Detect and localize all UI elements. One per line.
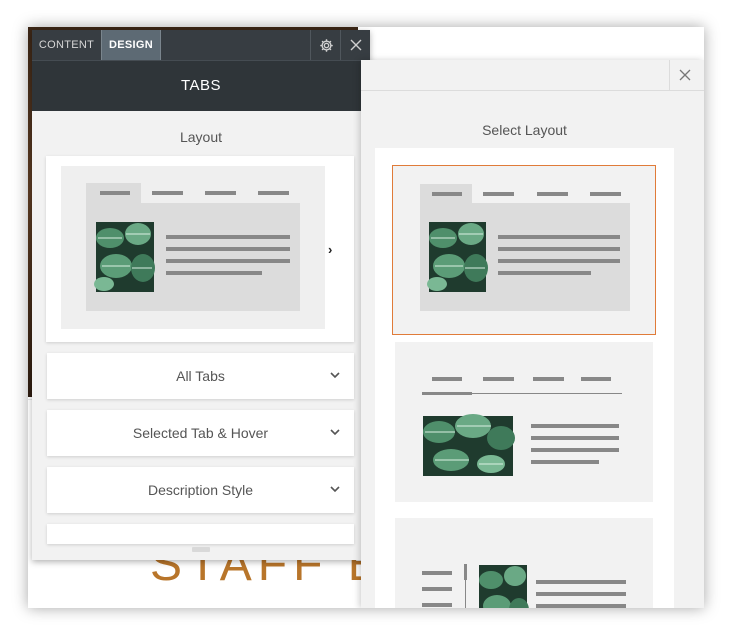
selected-tab-hover-accordion[interactable]: Selected Tab & Hover <box>47 410 354 456</box>
layout-option-top-tabs[interactable] <box>392 165 656 335</box>
tab-content[interactable]: CONTENT <box>32 30 101 60</box>
current-layout-preview[interactable] <box>46 156 354 342</box>
description-style-accordion[interactable]: Description Style <box>47 467 354 513</box>
layout-section-label: Layout <box>179 129 223 145</box>
panel-tab-bar: CONTENT DESIGN <box>32 30 370 60</box>
resize-handle[interactable] <box>192 547 210 552</box>
leaf-image-icon <box>423 414 515 476</box>
accordion-label: All Tabs <box>176 368 225 384</box>
chevron-right-icon: › <box>328 242 333 257</box>
layout-thumbnail <box>422 564 626 608</box>
gear-icon <box>319 38 333 52</box>
layout-thumbnail <box>420 184 630 311</box>
chevron-down-icon <box>330 429 340 436</box>
chevron-down-icon <box>330 372 340 379</box>
chevron-down-icon <box>330 486 340 493</box>
accordion-label: Description Style <box>147 482 254 498</box>
leaf-image-icon <box>479 565 529 608</box>
close-icon <box>679 69 691 81</box>
accordion-label: Selected Tab & Hover <box>132 425 269 441</box>
app-window: STAFF B r c CONTENT DESIGN <box>28 27 704 608</box>
panel-title: TABS <box>32 60 370 111</box>
accordion-label <box>47 524 354 560</box>
settings-button[interactable] <box>310 30 341 60</box>
layout-option-side-tabs[interactable] <box>395 518 653 608</box>
leaf-image-icon <box>427 222 488 292</box>
select-layout-header <box>361 60 704 91</box>
tabs-layout-thumbnail <box>61 166 325 329</box>
select-layout-title: Select Layout <box>482 122 567 138</box>
close-select-layout-button[interactable] <box>669 60 700 90</box>
tab-design[interactable]: DESIGN <box>101 30 161 60</box>
background-header-strip <box>358 27 704 60</box>
select-layout-panel: Select Layout <box>361 60 704 608</box>
layout-options-list <box>375 148 674 608</box>
layout-option-underline-tabs[interactable] <box>395 342 653 502</box>
close-icon <box>350 39 362 51</box>
partial-accordion[interactable] <box>47 524 354 544</box>
tabs-editor-panel: CONTENT DESIGN TABS Layout › All Tabs Se… <box>32 30 370 560</box>
leaf-image-icon <box>94 222 155 292</box>
layout-thumbnail <box>422 377 622 476</box>
all-tabs-accordion[interactable]: All Tabs <box>47 353 354 399</box>
close-panel-button[interactable] <box>340 30 370 60</box>
